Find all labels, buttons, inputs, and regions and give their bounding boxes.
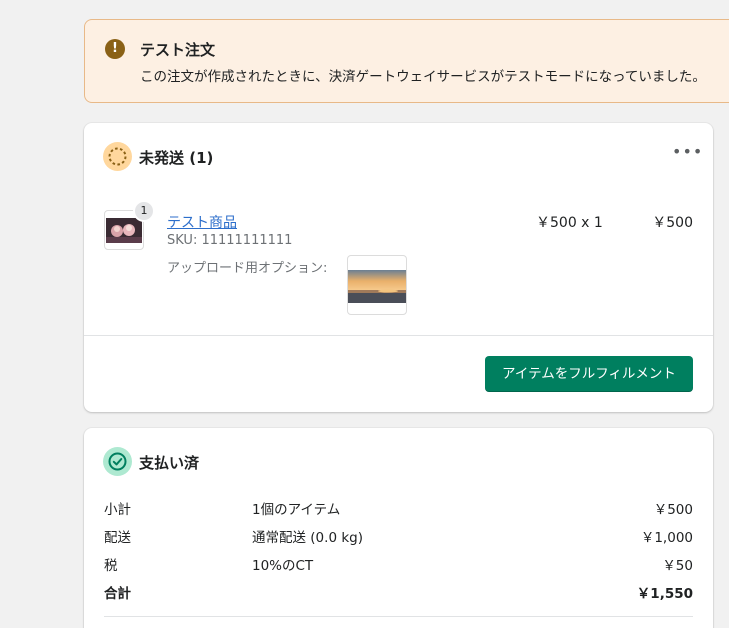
- paid-title: 支払い済: [139, 454, 200, 472]
- summary-row-shipping: 配送 通常配送 (0.0 kg) ￥1,000: [104, 526, 693, 546]
- summary-label: 小計: [104, 502, 131, 518]
- divider: [84, 335, 713, 336]
- line-total: ￥500: [652, 215, 693, 231]
- more-actions-button[interactable]: •••: [672, 144, 702, 163]
- summary-amount: ￥500: [653, 502, 693, 518]
- product-image: [106, 218, 142, 243]
- summary-amount: ￥1,000: [640, 530, 693, 546]
- product-name-link[interactable]: テスト商品: [167, 212, 237, 232]
- summary-description: 通常配送 (0.0 kg): [252, 530, 363, 546]
- summary-description: 1個のアイテム: [252, 502, 341, 518]
- uploaded-image: [348, 270, 406, 303]
- quantity-badge: 1: [133, 200, 155, 222]
- summary-row-subtotal: 小計 1個のアイテム ￥500: [104, 498, 693, 518]
- unit-price: ￥500 x 1: [536, 215, 603, 231]
- banner-title: テスト注文: [140, 41, 216, 59]
- unfulfilled-title: 未発送 (1): [139, 149, 214, 167]
- unfulfilled-status-icon: [103, 142, 132, 171]
- summary-row-tax: 税 10%のCT ￥50: [104, 554, 693, 574]
- summary-row-total: 合計 ￥1,550: [104, 582, 693, 602]
- divider: [104, 616, 693, 617]
- summary-label: 配送: [104, 530, 131, 546]
- fulfill-items-button[interactable]: アイテムをフルフィルメント: [485, 356, 693, 392]
- product-sku: SKU: 11111111111: [167, 233, 293, 248]
- banner-message: この注文が作成されたときに、決済ゲートウェイサービスがテストモードになっていまし…: [140, 69, 706, 85]
- summary-amount: ￥1,550: [636, 586, 693, 602]
- unfulfilled-card: 未発送 (1) ••• 1 テスト商品 SKU: 11111111111 アップ…: [84, 123, 713, 412]
- test-order-banner: ! テスト注文 この注文が作成されたときに、決済ゲートウェイサービスがテストモー…: [84, 19, 729, 103]
- paid-status-icon: [103, 447, 132, 476]
- exclamation-icon: !: [105, 39, 125, 59]
- upload-option-label: アップロード用オプション:: [167, 261, 328, 276]
- summary-label: 合計: [104, 586, 131, 602]
- summary-label: 税: [104, 558, 118, 574]
- summary-amount: ￥50: [662, 558, 693, 574]
- summary-description: 10%のCT: [252, 558, 314, 574]
- paid-card: 支払い済 小計 1個のアイテム ￥500 配送 通常配送 (0.0 kg) ￥1…: [84, 428, 713, 628]
- uploaded-image-thumbnail[interactable]: [347, 255, 407, 315]
